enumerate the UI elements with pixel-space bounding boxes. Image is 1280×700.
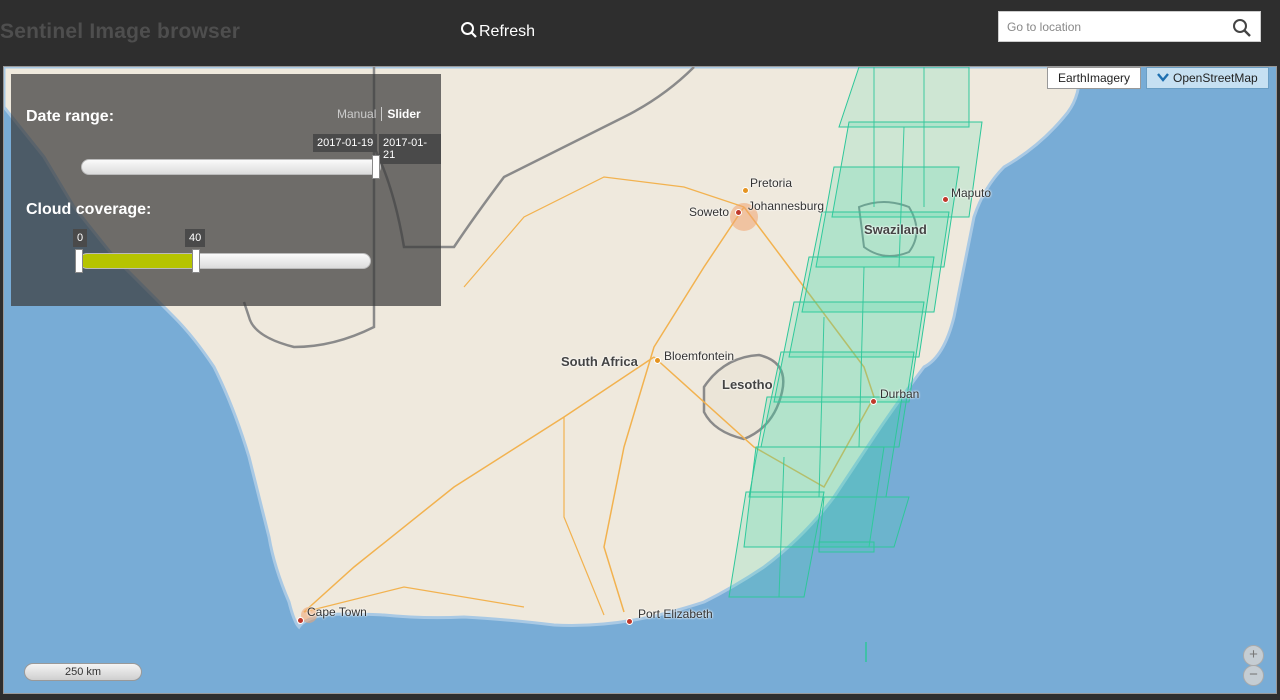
mode-divider [381, 107, 383, 121]
location-search-input[interactable] [999, 12, 1229, 41]
zoom-out-button[interactable]: − [1243, 665, 1264, 686]
chevron-down-icon [1157, 71, 1169, 85]
city-label: Pretoria [750, 176, 793, 190]
cloud-max-handle[interactable] [192, 249, 200, 273]
refresh-button[interactable]: Refresh [460, 20, 535, 44]
mode-manual-option[interactable]: Manual [337, 107, 376, 121]
cloud-coverage-fill [80, 254, 196, 268]
cloud-coverage-heading: Cloud coverage: [26, 201, 152, 218]
search-icon[interactable] [1232, 18, 1252, 43]
city-label: Cape Town [307, 605, 367, 619]
location-search [998, 11, 1261, 42]
layer-openstreetmap-button[interactable]: OpenStreetMap [1146, 67, 1269, 89]
cloud-max-tag: 40 [185, 229, 206, 247]
country-label: Lesotho [722, 377, 773, 392]
mode-slider-option[interactable]: Slider [387, 107, 420, 121]
layer-openstreetmap-label: OpenStreetMap [1173, 71, 1258, 85]
app: Sentinel Image browser Refresh Go to loc… [0, 0, 1280, 700]
city-marker [297, 617, 304, 624]
refresh-label: Refresh [479, 23, 536, 40]
city-label: Port Elizabeth [638, 607, 713, 621]
date-end-tag: 2017-01-21 [379, 134, 441, 164]
date-range-heading: Date range: [26, 108, 115, 125]
search-refresh-icon [460, 21, 479, 44]
map-scale-bar: 250 km [24, 663, 142, 681]
city-label: Durban [880, 387, 920, 401]
date-mode-toggle: Manual Slider [337, 107, 421, 121]
header-bar: Sentinel Image browser Refresh [0, 0, 1280, 64]
country-label: South Africa [561, 354, 638, 369]
city-label: Soweto [689, 205, 730, 219]
layer-earthimagery-button[interactable]: EarthImagery [1047, 67, 1142, 89]
zoom-in-button[interactable]: + [1243, 645, 1264, 666]
city-label: Maputo [951, 186, 992, 200]
date-range-handle[interactable] [372, 155, 380, 179]
date-start-tag: 2017-01-19 [313, 134, 378, 152]
city-marker [742, 187, 749, 194]
city-marker [870, 398, 877, 405]
city-label: Johannesburg [748, 199, 825, 213]
city-label: Bloemfontein [664, 349, 735, 363]
cloud-min-handle[interactable] [75, 249, 83, 273]
city-marker [942, 196, 949, 203]
city-marker [735, 209, 742, 216]
filter-panel: Date range: Manual Slider 2017-01-19 201… [11, 74, 441, 306]
app-title: Sentinel Image browser [0, 20, 241, 43]
cloud-min-tag: 0 [73, 229, 88, 247]
city-marker [626, 618, 633, 625]
map-view[interactable]: South Africa Lesotho Swaziland Pretoria … [3, 66, 1277, 694]
city-marker [654, 357, 661, 364]
country-label: Swaziland [864, 222, 927, 237]
date-range-track[interactable] [81, 159, 381, 175]
